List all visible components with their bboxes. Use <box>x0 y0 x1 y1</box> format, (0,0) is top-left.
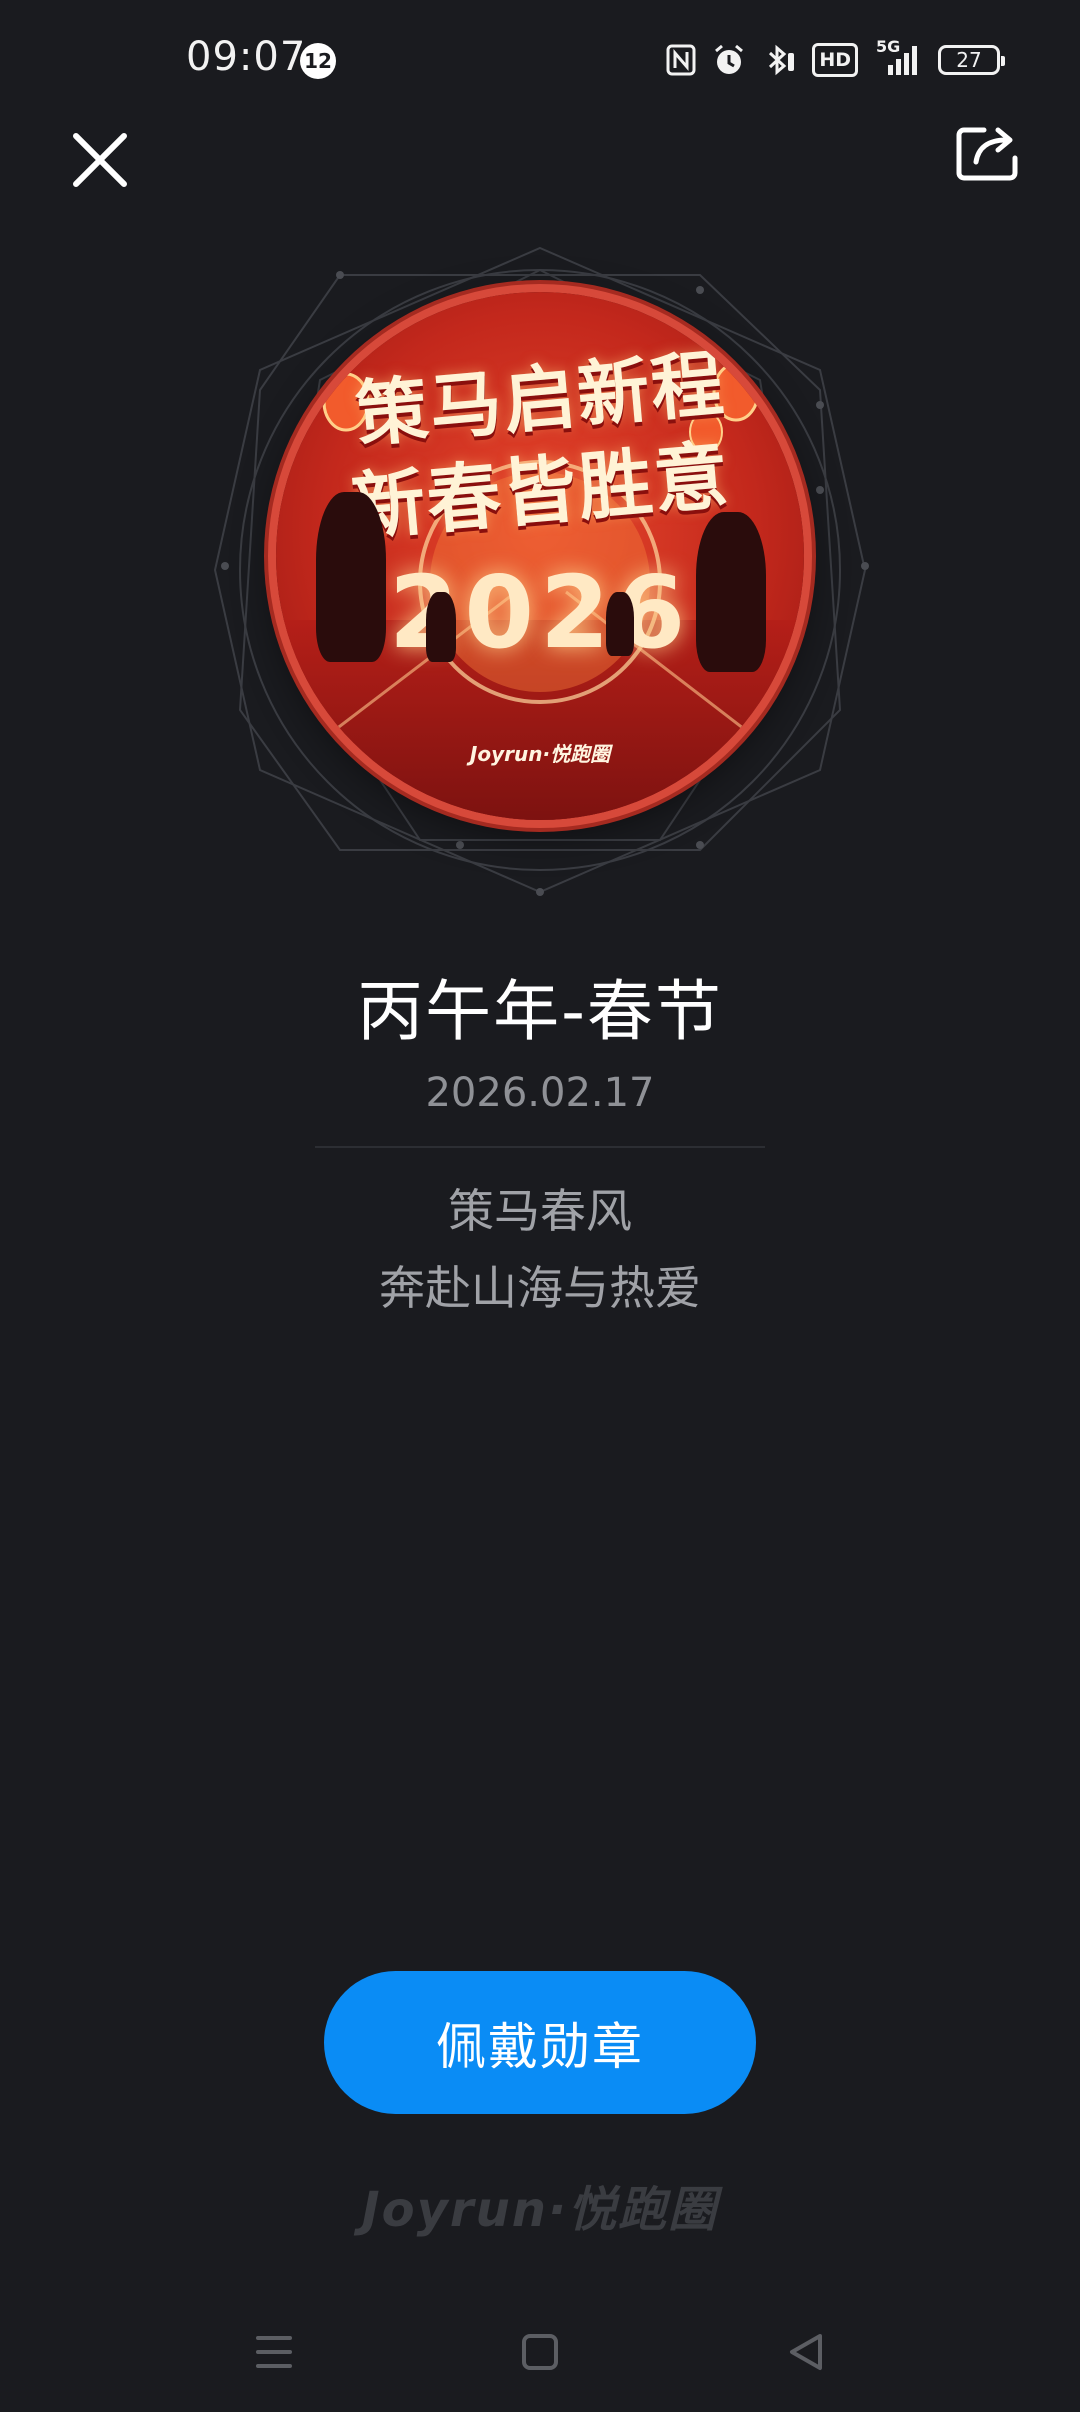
home-button[interactable] <box>510 2322 570 2382</box>
medal-display: 策马启新程 新春皆胜意 2026 Joyrun·悦跑圈 <box>200 230 880 910</box>
menu-icon <box>256 2336 292 2368</box>
system-navigation-bar <box>0 2300 1080 2412</box>
runner-figure <box>606 592 634 656</box>
battery-indicator: 27 <box>938 45 1005 75</box>
share-button[interactable] <box>954 122 1020 184</box>
nfc-icon <box>666 44 696 76</box>
hd-icon: HD <box>812 43 858 77</box>
status-time: 09:07 <box>186 34 307 80</box>
runner-figure <box>426 592 456 662</box>
share-icon <box>956 127 1018 181</box>
medal-image: 策马启新程 新春皆胜意 2026 Joyrun·悦跑圈 <box>276 292 804 820</box>
cellular-signal-icon: 5G <box>874 37 922 77</box>
badge-date: 2026.02.17 <box>425 1070 655 1116</box>
runner-figure <box>696 512 766 672</box>
home-square-icon <box>522 2334 558 2370</box>
back-triangle-icon <box>790 2334 822 2370</box>
medal-brand: Joyrun·悦跑圈 <box>469 742 611 766</box>
wear-badge-button[interactable]: 佩戴勋章 <box>324 1971 756 2114</box>
network-type-label: 5G <box>876 37 901 56</box>
notification-count-badge: 12 <box>300 43 336 79</box>
divider <box>315 1146 765 1148</box>
badge-title: 丙午年-春节 <box>357 973 723 1050</box>
close-button[interactable] <box>70 130 130 190</box>
status-bar: 09:07 12 HD 5G 27 <box>0 0 1080 120</box>
back-button[interactable] <box>776 2322 836 2382</box>
badge-description-line1: 策马春风 <box>448 1184 632 1238</box>
recent-apps-button[interactable] <box>244 2322 304 2382</box>
bluetooth-icon <box>762 43 796 77</box>
close-icon <box>73 133 127 187</box>
footer-brand-logo: Joyrun·悦跑圈 <box>361 2182 719 2238</box>
runner-figure <box>316 492 386 662</box>
alarm-icon <box>712 43 746 77</box>
status-icons: HD 5G 27 <box>666 37 1005 80</box>
badge-description-line2: 奔赴山海与热爱 <box>379 1261 701 1315</box>
